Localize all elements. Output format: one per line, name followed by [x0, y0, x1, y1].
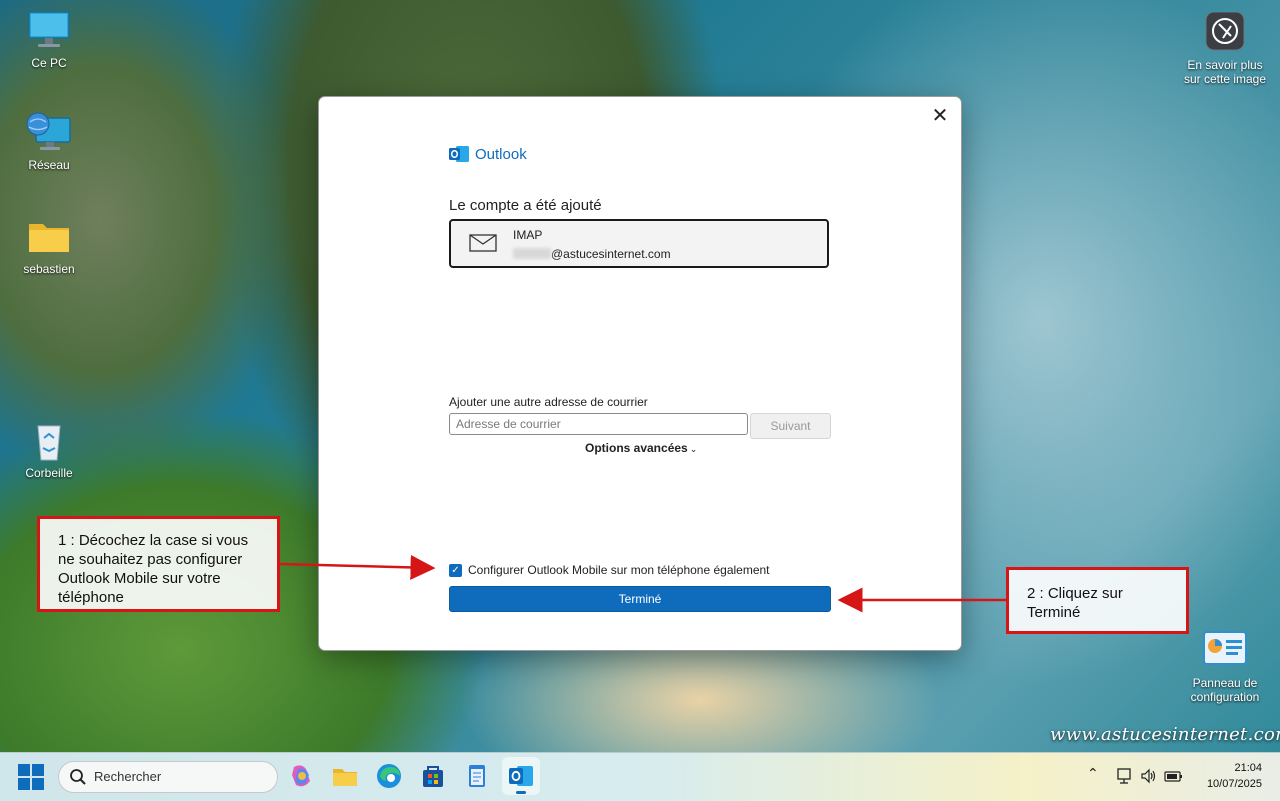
copilot-icon	[292, 765, 310, 787]
taskbar-search[interactable]: Rechercher	[58, 761, 278, 793]
edge-icon	[377, 764, 401, 788]
battery-icon[interactable]	[1164, 767, 1184, 789]
notepad-app-button[interactable]	[462, 761, 492, 791]
search-placeholder: Rechercher	[94, 769, 162, 784]
outlook-icon	[509, 766, 533, 794]
edge-browser-button[interactable]	[374, 761, 404, 791]
volume-icon[interactable]	[1140, 767, 1158, 789]
notepad-icon	[469, 765, 485, 787]
outlook-app-button[interactable]	[502, 757, 540, 795]
copilot-app-button[interactable]	[286, 761, 316, 791]
watermark: www.astucesinternet.com	[1050, 724, 1280, 745]
folder-icon	[333, 769, 357, 786]
callout-step-1: 1 : Décochez la case si vous ne souhaite…	[37, 516, 280, 612]
start-button[interactable]	[18, 764, 44, 790]
store-app-button[interactable]	[418, 761, 448, 791]
store-icon	[423, 766, 443, 787]
search-icon	[69, 768, 87, 786]
clock-time[interactable]: 21:04	[1196, 762, 1262, 774]
annotation-arrows	[279, 554, 1006, 613]
arrow-to-checkbox	[279, 554, 436, 580]
file-explorer-button[interactable]	[330, 761, 360, 791]
callout-step-2: 2 : Cliquez sur Terminé	[1006, 567, 1189, 634]
clock-date[interactable]: 10/07/2025	[1196, 778, 1262, 790]
taskbar: Rechercher ⌃ 21:04 10/07/2025	[0, 752, 1280, 801]
network-status-icon[interactable]	[1116, 767, 1134, 789]
show-hidden-icons-chevron-up-icon[interactable]: ⌃	[1087, 766, 1099, 782]
